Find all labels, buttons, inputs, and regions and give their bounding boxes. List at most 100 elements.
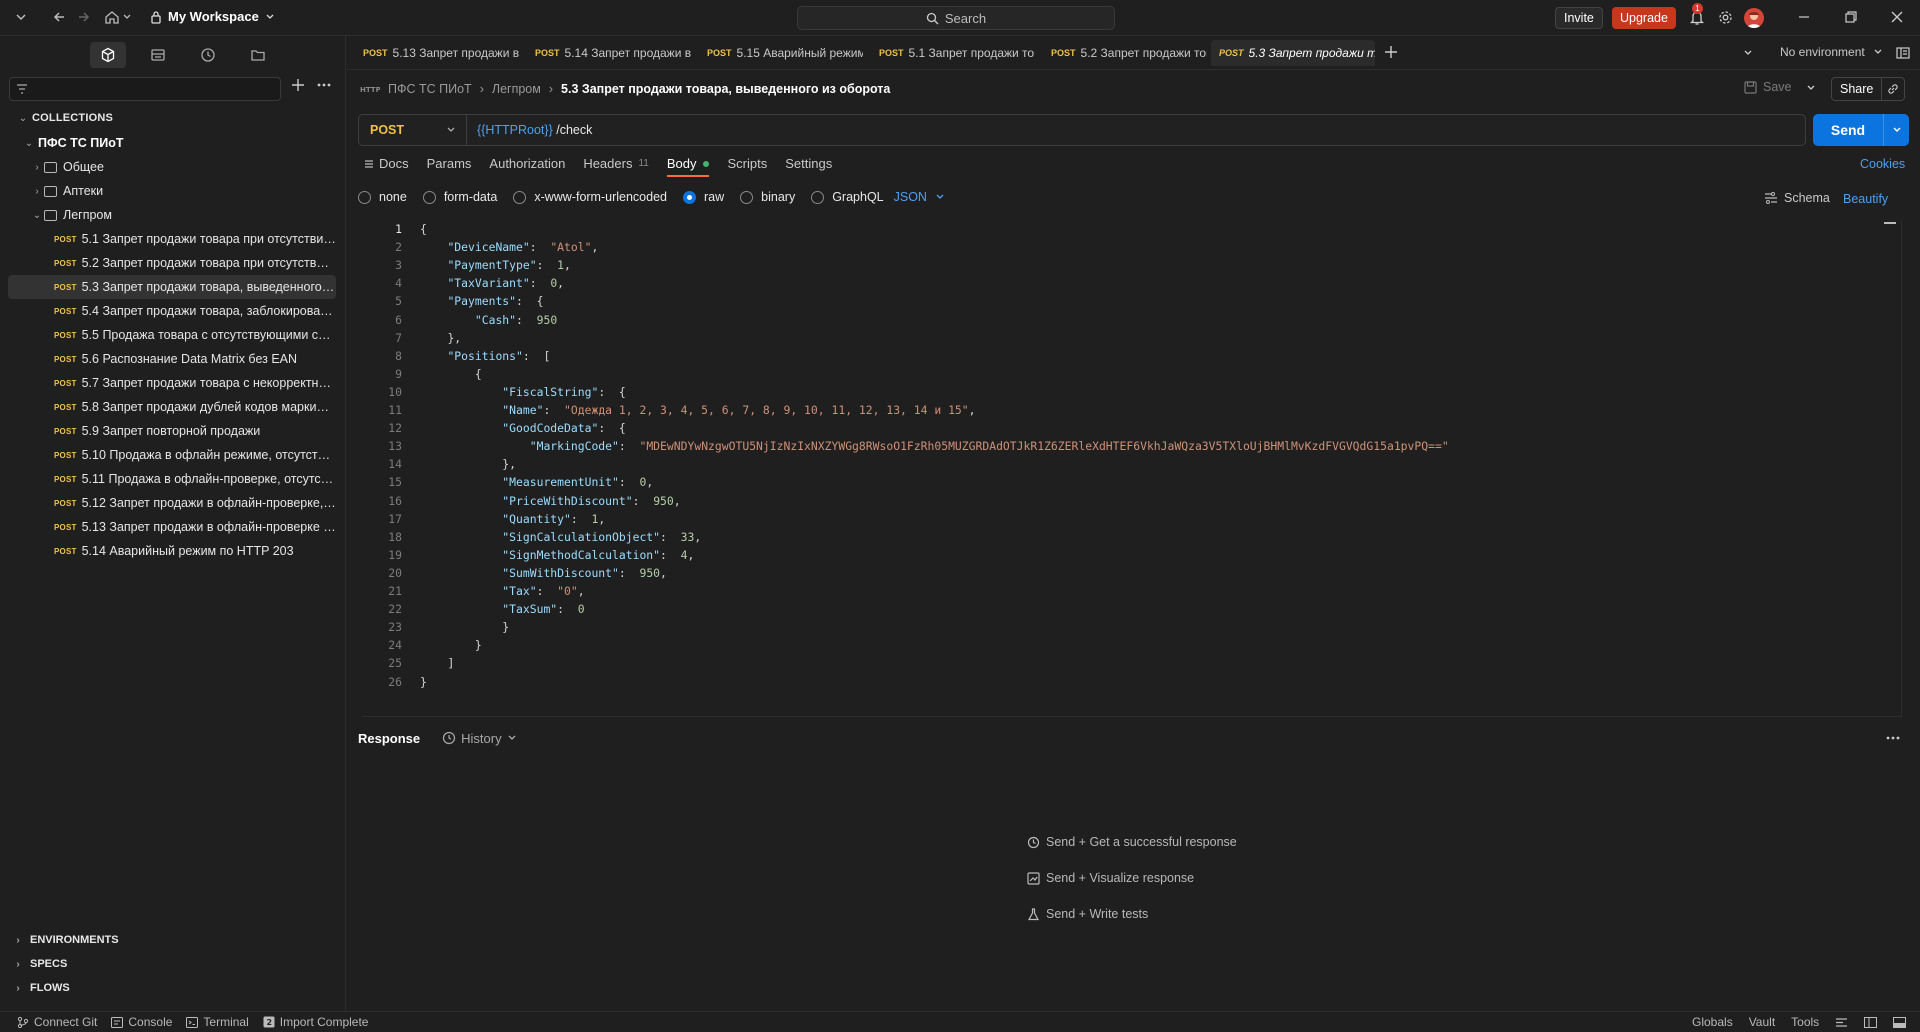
- globals-button[interactable]: Globals: [1692, 1015, 1733, 1029]
- tab-authorization[interactable]: Authorization: [489, 156, 565, 171]
- restore-icon[interactable]: [1844, 10, 1858, 24]
- settings-gear-icon[interactable]: [1718, 10, 1733, 25]
- sidebar-request-item[interactable]: POST 5.11 Продажа в офлайн-проверке, отсу…: [8, 467, 336, 491]
- specs-section[interactable]: › SPECS: [14, 958, 67, 970]
- environment-quicklook-icon[interactable]: [1896, 46, 1910, 60]
- folder-item[interactable]: › Аптеки: [30, 179, 103, 203]
- sidebar-request-item[interactable]: POST 5.3 Запрет продажи товара, выведенно…: [8, 275, 336, 299]
- send-button[interactable]: Send: [1813, 122, 1883, 138]
- request-tab[interactable]: POST 5.1 Запрет продажи тов: [871, 40, 1035, 66]
- two-pane-layout-icon[interactable]: [1864, 1016, 1878, 1028]
- workspace-selector[interactable]: My Workspace: [150, 9, 275, 24]
- tools-button[interactable]: Tools: [1791, 1015, 1819, 1029]
- add-icon[interactable]: [291, 78, 305, 92]
- history-tab-icon[interactable]: [190, 42, 226, 68]
- body-type-form-data[interactable]: form-data: [422, 190, 497, 204]
- hint-get-successful-response[interactable]: Send + Get a successful response: [1027, 835, 1237, 849]
- global-search-input[interactable]: Search: [797, 6, 1115, 30]
- files-tab-icon[interactable]: [240, 42, 276, 68]
- invite-button[interactable]: Invite: [1555, 7, 1603, 29]
- vault-button[interactable]: Vault: [1749, 1015, 1775, 1029]
- upgrade-button[interactable]: Upgrade: [1612, 7, 1676, 29]
- save-button[interactable]: Save: [1744, 80, 1792, 94]
- editor-scrollbar-track[interactable]: [1901, 220, 1902, 716]
- sidebar-request-item[interactable]: POST 5.4 Запрет продажи товара, заблокиро…: [8, 299, 336, 323]
- request-title[interactable]: 5.3 Запрет продажи товара, выведенного и…: [561, 82, 890, 96]
- cookies-link[interactable]: Cookies: [1860, 157, 1905, 171]
- minimize-icon[interactable]: [1797, 10, 1811, 24]
- console-button[interactable]: Console: [111, 1015, 172, 1029]
- schema-button[interactable]: Schema: [1764, 191, 1830, 205]
- history-dropdown[interactable]: History: [442, 731, 516, 746]
- folder-item[interactable]: › Общее: [30, 155, 104, 179]
- environment-selector[interactable]: No environment: [1780, 45, 1883, 59]
- tabs-overflow-chevron-icon[interactable]: [1743, 48, 1753, 58]
- more-options-icon[interactable]: [317, 83, 331, 87]
- forward-arrow-icon[interactable]: [77, 10, 91, 24]
- collections-header[interactable]: ⌄ COLLECTIONS: [16, 112, 113, 124]
- avatar[interactable]: [1744, 8, 1764, 28]
- body-code-editor[interactable]: 1{2 "DeviceName": "Atol", 3 "PaymentType"…: [362, 220, 1902, 717]
- raw-format-dropdown[interactable]: JSON: [894, 190, 945, 204]
- save-options-chevron-icon[interactable]: [1806, 83, 1816, 93]
- tab-params[interactable]: Params: [427, 156, 472, 171]
- response-more-icon[interactable]: [1886, 736, 1900, 740]
- sidebar-request-item[interactable]: POST 5.12 Запрет продажи в офлайн-проверк…: [8, 491, 336, 515]
- sidebar-request-item[interactable]: POST 5.9 Запрет повторной продажи: [8, 419, 336, 443]
- sidebar-request-item[interactable]: POST 5.6 Распознание Data Matrix без EAN: [8, 347, 336, 371]
- new-tab-plus-icon[interactable]: [1384, 45, 1398, 59]
- sidebar-request-item[interactable]: POST 5.7 Запрет продажи товара с некоррек…: [8, 371, 336, 395]
- filter-input[interactable]: [9, 77, 281, 101]
- method-selector[interactable]: POST: [359, 115, 467, 145]
- flows-section[interactable]: › FLOWS: [14, 982, 69, 994]
- import-status[interactable]: 2 Import Complete: [263, 1015, 368, 1029]
- folder-item[interactable]: ⌄ Легпром: [30, 203, 112, 227]
- body-type-graphql[interactable]: GraphQL: [811, 190, 884, 204]
- request-tab[interactable]: POST 5.3 Запрет продажи тов: [1211, 40, 1375, 66]
- close-icon[interactable]: [1890, 10, 1904, 24]
- breadcrumb-collection[interactable]: ПФС ТС ПИоТ: [388, 82, 472, 96]
- connect-git-button[interactable]: Connect Git: [17, 1015, 97, 1029]
- app-menu-chevron-icon[interactable]: [15, 11, 27, 23]
- sidebar-request-item[interactable]: POST 5.2 Запрет продажи товара при отсутс…: [8, 251, 336, 275]
- home-icon[interactable]: [104, 9, 120, 25]
- body-type-raw[interactable]: raw: [683, 190, 724, 204]
- hint-write-tests[interactable]: Send + Write tests: [1027, 907, 1148, 921]
- share-button[interactable]: Share: [1832, 82, 1881, 96]
- bottom-pane-layout-icon[interactable]: [1893, 1016, 1907, 1028]
- hint-visualize-response[interactable]: Send + Visualize response: [1027, 871, 1194, 885]
- home-chevron-icon[interactable]: [122, 12, 132, 22]
- back-arrow-icon[interactable]: [52, 10, 66, 24]
- sidebar-request-item[interactable]: POST 5.14 Аварийный режим по HTTP 203: [8, 539, 336, 563]
- tab-scripts[interactable]: Scripts: [727, 156, 767, 171]
- send-options-chevron-icon[interactable]: [1883, 114, 1909, 146]
- collection-item[interactable]: ⌄ ПФС ТС ПИоТ: [22, 131, 124, 155]
- response-label[interactable]: Response: [358, 731, 420, 746]
- request-tab[interactable]: POST 5.13 Запрет продажи в: [355, 40, 519, 66]
- sidebar-request-item[interactable]: POST 5.8 Запрет продажи дублей кодов марк…: [8, 395, 336, 419]
- request-tab[interactable]: POST 5.2 Запрет продажи тов: [1043, 40, 1207, 66]
- body-type-binary[interactable]: binary: [740, 190, 795, 204]
- request-tab[interactable]: POST 5.14 Запрет продажи в: [527, 40, 691, 66]
- request-tab[interactable]: POST 5.15 Аварийный режим: [699, 40, 863, 66]
- body-type-none[interactable]: none: [358, 190, 407, 204]
- sidebar-request-item[interactable]: POST 5.10 Продажа в офлайн режиме, отсутс…: [8, 443, 336, 467]
- copy-link-icon[interactable]: [1881, 78, 1904, 100]
- environments-tab-icon[interactable]: [140, 42, 176, 68]
- runner-icon[interactable]: [1835, 1017, 1848, 1028]
- body-type-urlencoded[interactable]: x-www-form-urlencoded: [513, 190, 667, 204]
- terminal-button[interactable]: Terminal: [186, 1015, 249, 1029]
- sidebar-request-item[interactable]: POST 5.5 Продажа товара с отсутствующими …: [8, 323, 336, 347]
- tab-body[interactable]: Body: [666, 156, 710, 177]
- environments-section[interactable]: › ENVIRONMENTS: [14, 934, 118, 946]
- tab-docs[interactable]: Docs: [364, 156, 409, 171]
- beautify-button[interactable]: Beautify: [1843, 192, 1888, 206]
- sidebar-request-item[interactable]: POST 5.1 Запрет продажи товара при отсутс…: [8, 227, 336, 251]
- tab-settings[interactable]: Settings: [785, 156, 832, 171]
- tab-headers[interactable]: Headers 11: [583, 156, 649, 171]
- collections-tab-icon[interactable]: [90, 42, 126, 68]
- sidebar-request-item[interactable]: POST 5.13 Запрет продажи в офлайн-проверк…: [8, 515, 336, 539]
- breadcrumb-folder[interactable]: Легпром: [492, 82, 541, 96]
- chevron-down-icon: [1873, 47, 1883, 57]
- url-input[interactable]: {{HTTPRoot}} /check: [467, 123, 592, 137]
